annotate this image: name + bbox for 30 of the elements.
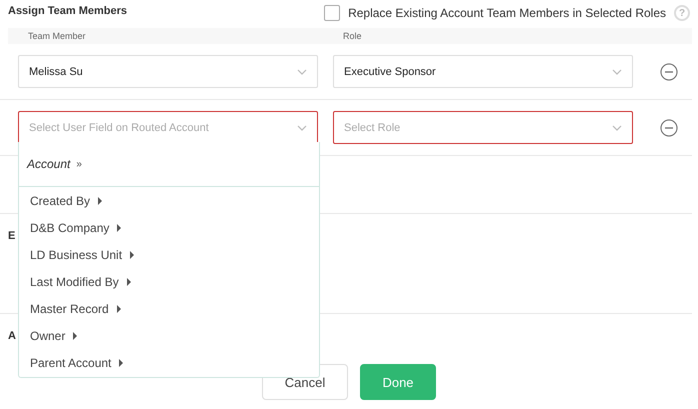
team-member-dropdown[interactable]: Melissa Su [18,55,318,88]
breadcrumb-link[interactable]: Account [27,157,70,171]
caret-right-icon [130,250,134,258]
menu-item[interactable]: Master Record [19,295,319,322]
menu-item[interactable]: D&B Company [19,214,319,241]
section-label: E [8,230,16,242]
chevron-down-icon [612,68,622,74]
remove-icon[interactable] [660,62,678,80]
chevron-down-icon [612,124,622,130]
column-header: Role [343,31,362,41]
caret-right-icon [98,196,102,204]
remove-icon[interactable] [660,118,678,136]
caret-right-icon [73,332,78,340]
role-dropdown[interactable]: Executive Sponsor [333,55,633,88]
checkbox-label: Replace Existing Account Team Members in Selected Roles [348,6,666,20]
caret-right-icon [116,304,121,312]
section-title: Assign Team Members [8,5,128,17]
chevron-down-icon [297,68,307,74]
menu-item[interactable]: Last Modified By [19,268,319,295]
menu-item[interactable]: Owner [19,322,319,349]
caret-right-icon [126,278,131,286]
caret-right-icon [119,358,124,366]
column-header: Team Member [28,31,87,41]
caret-right-icon [117,224,122,232]
breadcrumb-separator: » [76,158,82,170]
menu-item[interactable]: Created By [19,187,319,214]
checkbox[interactable] [324,5,340,21]
chevron-down-icon [297,124,307,130]
section-label: A [8,330,16,342]
menu-item[interactable]: LD Business Unit [19,241,319,268]
